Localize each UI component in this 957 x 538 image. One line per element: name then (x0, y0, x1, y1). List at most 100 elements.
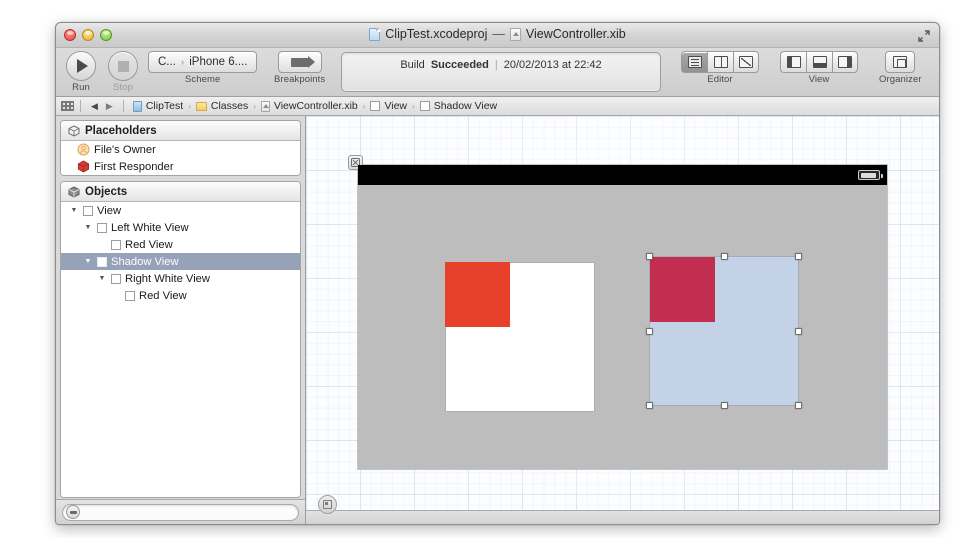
breadcrumb-label: Classes (210, 100, 249, 112)
breadcrumb-item-viewcontroller-xib[interactable]: ViewController.xib (258, 100, 361, 112)
disclosure-triangle-icon[interactable]: ▼ (97, 275, 107, 282)
view-icon (83, 205, 93, 216)
tree-row-left-white-view[interactable]: ▼ Left White View (61, 219, 300, 236)
stop-icon (117, 60, 129, 72)
version-editor-icon (739, 56, 753, 68)
scheme-group[interactable]: C... › iPhone 6.... Scheme (148, 51, 258, 85)
filter-field[interactable] (62, 503, 299, 521)
window-title-project: ClipTest.xcodeproj (385, 27, 488, 41)
interface-builder-canvas[interactable] (306, 116, 939, 524)
breadcrumb-item-view[interactable]: View (367, 100, 410, 112)
left-red-view[interactable] (445, 262, 510, 327)
breadcrumb-label: Shadow View (433, 100, 498, 112)
window-title-file: ViewController.xib (525, 27, 626, 41)
organizer-control[interactable] (885, 51, 916, 73)
ios-status-bar (358, 165, 887, 185)
editor-body: Placeholders File's Owner First Responde… (56, 116, 939, 524)
outline-item-first-responder[interactable]: First Responder (61, 158, 300, 175)
view-icon (111, 273, 121, 284)
main-toolbar: Run Stop C... › iPhone 6.... Scheme Brea… (56, 48, 939, 97)
disclosure-triangle-icon[interactable]: ▼ (83, 258, 93, 265)
selection-handle-top-center[interactable] (721, 253, 728, 260)
document-outline: Placeholders File's Owner First Responde… (56, 116, 306, 524)
outline-item-files-owner[interactable]: File's Owner (61, 141, 300, 158)
organizer-label: Organizer (879, 74, 922, 85)
project-icon (369, 27, 381, 41)
editor-assistant-button[interactable] (707, 51, 733, 73)
run-label: Run (72, 82, 90, 93)
scheme-project-name: C... (158, 56, 176, 68)
selection-handle-bottom-left[interactable] (646, 402, 653, 409)
left-white-view[interactable] (445, 262, 594, 411)
related-items-icon[interactable] (61, 101, 74, 111)
outline-item-label: File's Owner (94, 143, 156, 156)
breadcrumb-item-shadow-view[interactable]: Shadow View (417, 100, 500, 112)
editor-version-button[interactable] (733, 51, 759, 73)
editor-standard-button[interactable] (681, 51, 707, 73)
view-segmented-control[interactable] (780, 51, 858, 73)
xcode-window: ClipTest.xcodeproj — ViewController.xib (55, 22, 940, 525)
view-icon (97, 222, 107, 233)
back-arrow-icon[interactable]: ◀ (87, 101, 102, 112)
selection-handle-top-left[interactable] (646, 253, 653, 260)
tree-row-right-white-view[interactable]: ▼ Right White View (61, 270, 300, 287)
chevron-right-icon: › (253, 101, 256, 111)
shadow-view-selected[interactable] (646, 253, 802, 409)
breadcrumb-label: ClipTest (145, 100, 184, 112)
tree-row-red-view-2[interactable]: Red View (61, 287, 300, 304)
scheme-separator: › (180, 56, 185, 68)
breakpoint-arrow-icon (290, 55, 315, 68)
selection-handle-middle-left[interactable] (646, 328, 653, 335)
view-icon (419, 101, 430, 111)
organizer-group[interactable]: Organizer (879, 51, 922, 85)
fullscreen-icon[interactable] (917, 29, 931, 43)
editor-group[interactable]: Editor (681, 51, 759, 85)
tree-row-red-view-1[interactable]: Red View (61, 236, 300, 253)
build-prefix: Build (400, 59, 425, 71)
view-group[interactable]: View (780, 51, 858, 85)
tree-row-shadow-view[interactable]: ▼ Shadow View (61, 253, 300, 270)
tree-row-view[interactable]: ▼ View (61, 202, 300, 219)
scheme-destination: iPhone 6.... (189, 56, 248, 68)
build-result: Succeeded (430, 59, 489, 71)
filter-input[interactable] (80, 506, 298, 518)
stop-button-group[interactable]: Stop (108, 51, 138, 93)
project-icon (132, 100, 142, 112)
scheme-selector[interactable]: C... › iPhone 6.... (148, 51, 258, 73)
stop-button[interactable] (108, 51, 138, 81)
canvas-view-mode-icon (323, 500, 332, 509)
folder-icon (195, 101, 207, 111)
selection-handle-bottom-center[interactable] (721, 402, 728, 409)
standard-editor-icon (687, 56, 702, 68)
selection-handle-bottom-right[interactable] (795, 402, 802, 409)
stop-label: Stop (113, 82, 133, 93)
selection-handle-top-right[interactable] (795, 253, 802, 260)
breakpoints-button[interactable] (277, 51, 322, 73)
editor-segmented-control[interactable] (681, 51, 759, 73)
chevron-right-icon: › (362, 101, 366, 111)
toggle-utilities-button[interactable] (832, 51, 858, 73)
activity-status-view[interactable]: Build Succeeded | 20/02/2013 at 22:42 (341, 52, 661, 92)
breakpoints-group[interactable]: Breakpoints (274, 51, 325, 85)
navigator-pane-icon (786, 56, 801, 68)
organizer-button[interactable] (885, 51, 916, 73)
filter-scope-icon[interactable] (66, 505, 80, 519)
forward-arrow-icon[interactable]: ▶ (102, 101, 117, 112)
scheme-label: Scheme (184, 74, 221, 85)
selection-handle-middle-right[interactable] (795, 328, 802, 335)
run-button[interactable] (66, 51, 96, 81)
toggle-navigator-button[interactable] (780, 51, 806, 73)
tree-row-label: Red View (139, 289, 187, 302)
device-frame[interactable] (348, 155, 887, 469)
breadcrumb-label: View (384, 100, 408, 112)
toggle-debug-area-button[interactable] (806, 51, 832, 73)
right-red-view[interactable] (650, 257, 715, 322)
run-button-group[interactable]: Run (66, 51, 96, 93)
screenshot-root: ClipTest.xcodeproj — ViewController.xib (0, 0, 957, 538)
canvas-zoom-toggle-button[interactable] (318, 495, 337, 514)
disclosure-triangle-icon[interactable]: ▼ (83, 224, 93, 231)
breadcrumb-item-cliptest[interactable]: ClipTest (130, 100, 186, 112)
breadcrumb-item-classes[interactable]: Classes (193, 100, 251, 112)
placeholders-title: Placeholders (85, 124, 157, 137)
disclosure-triangle-icon[interactable]: ▼ (69, 207, 79, 214)
